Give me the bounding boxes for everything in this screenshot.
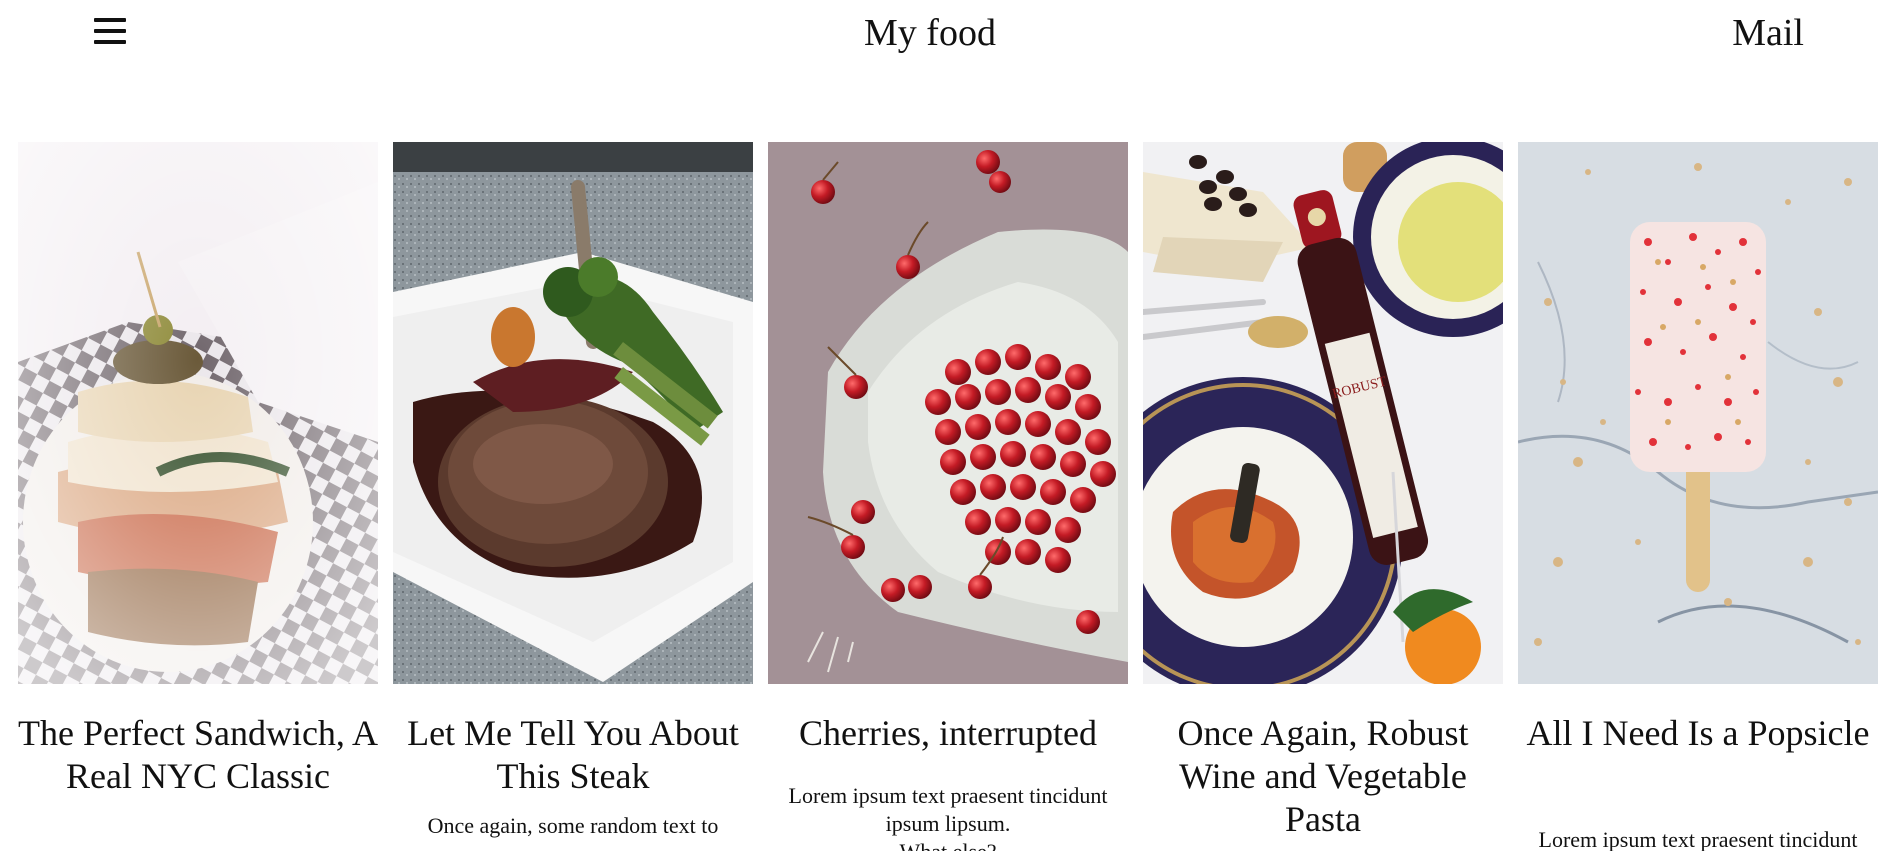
post-card-wine-pasta[interactable]: ROBUST Once Again, Robust Wine and Veget… [1143,142,1503,851]
wine-pasta-image[interactable]: ROBUST [1143,142,1503,684]
top-bar: My food Mail [0,0,1886,80]
excerpt-line: Once again, some random text to [427,813,719,838]
post-title[interactable]: Let Me Tell You About This Steak [393,712,753,798]
post-card-steak[interactable]: Let Me Tell You About This Steak Once ag… [393,142,753,851]
post-card-sandwich[interactable]: The Perfect Sandwich, A Real NYC Classic [18,142,378,851]
post-title[interactable]: The Perfect Sandwich, A Real NYC Classic [18,712,378,798]
popsicle-image[interactable] [1518,142,1878,684]
cherries-image[interactable] [768,142,1128,684]
excerpt-line: Lorem ipsum text praesent tincidunt ipsu… [788,783,1108,836]
post-card-cherries[interactable]: Cherries, interrupted Lorem ipsum text p… [768,142,1128,851]
post-title[interactable]: Once Again, Robust Wine and Vegetable Pa… [1143,712,1503,841]
excerpt-line: Lorem ipsum text praesent tincidunt [1538,827,1858,851]
sandwich-image[interactable] [18,142,378,684]
post-excerpt: Once again, some random text to [393,812,753,840]
mail-link[interactable]: Mail [1732,10,1804,56]
post-excerpt: Lorem ipsum text praesent tincidunt [1518,826,1878,851]
post-grid: The Perfect Sandwich, A Real NYC Classic [18,142,1886,851]
steak-image[interactable] [393,142,753,684]
post-excerpt: Lorem ipsum text praesent tincidunt ipsu… [768,782,1128,851]
post-card-popsicle[interactable]: All I Need Is a Popsicle Lorem ipsum tex… [1518,142,1878,851]
site-title: My food [864,12,996,54]
post-title[interactable]: All I Need Is a Popsicle [1518,712,1878,755]
post-title[interactable]: Cherries, interrupted [768,712,1128,755]
excerpt-line: What else? [768,838,1128,851]
